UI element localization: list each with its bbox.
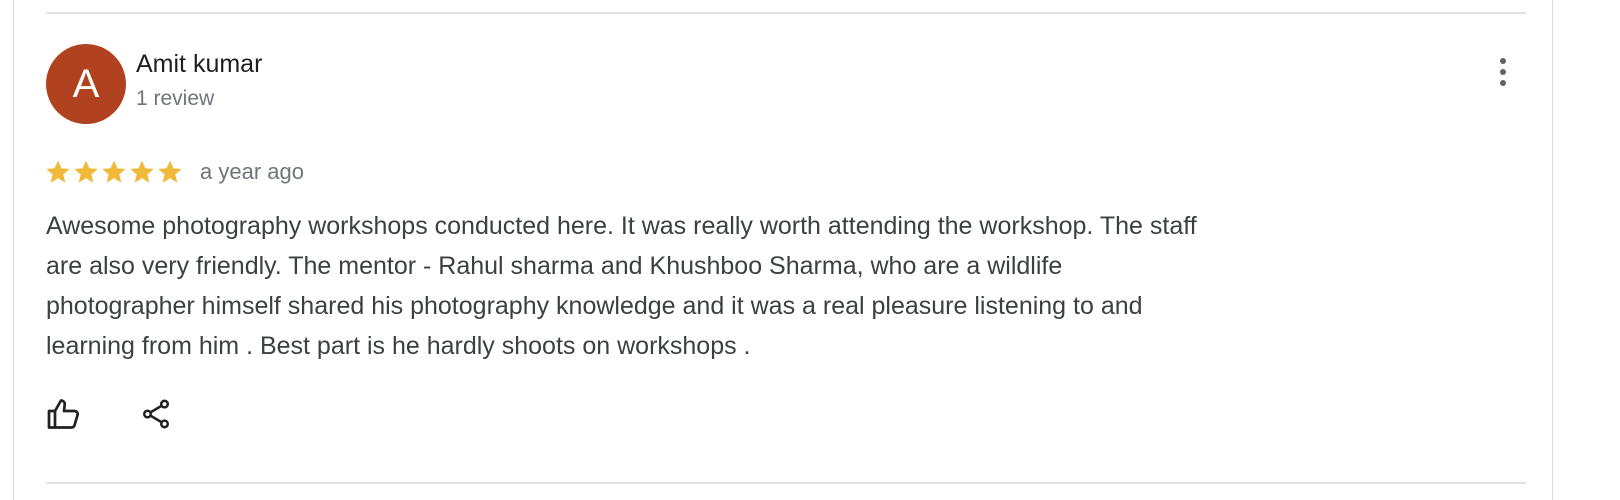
share-icon (142, 399, 170, 429)
review-text-line: Awesome photography workshops conducted … (46, 212, 1197, 240)
author-review-count: 1 review (136, 87, 215, 110)
more-vert-icon (1500, 58, 1506, 64)
review-text-line: learning from him . Best part is he hard… (46, 332, 751, 360)
author-name[interactable]: Amit kumar (136, 50, 262, 79)
star-icon (130, 160, 154, 183)
star-rating (44, 155, 184, 189)
avatar[interactable]: A (46, 44, 126, 124)
star-icon (74, 160, 98, 183)
share-button[interactable] (136, 394, 176, 434)
more-options-button[interactable] (1488, 52, 1518, 92)
bottom-divider (46, 482, 1526, 484)
review-text-line: are also very friendly. The mentor - Rah… (46, 252, 1063, 280)
star-icon (46, 160, 70, 183)
star-icon (158, 160, 182, 183)
star-icon (102, 160, 126, 183)
like-button[interactable] (44, 394, 84, 434)
thumbs-up-icon (47, 399, 80, 429)
review-text: Awesome photography workshops conducted … (46, 206, 1416, 366)
more-vert-icon-dot (1500, 69, 1506, 75)
review-page: A Amit kumar 1 review a year ago Awesome… (0, 0, 1620, 500)
top-divider (46, 12, 1526, 14)
review-time: a year ago (200, 159, 304, 184)
avatar-initial: A (72, 62, 100, 106)
more-vert-icon-dot (1500, 80, 1506, 86)
review-text-line: photographer himself shared his photogra… (46, 292, 1143, 320)
